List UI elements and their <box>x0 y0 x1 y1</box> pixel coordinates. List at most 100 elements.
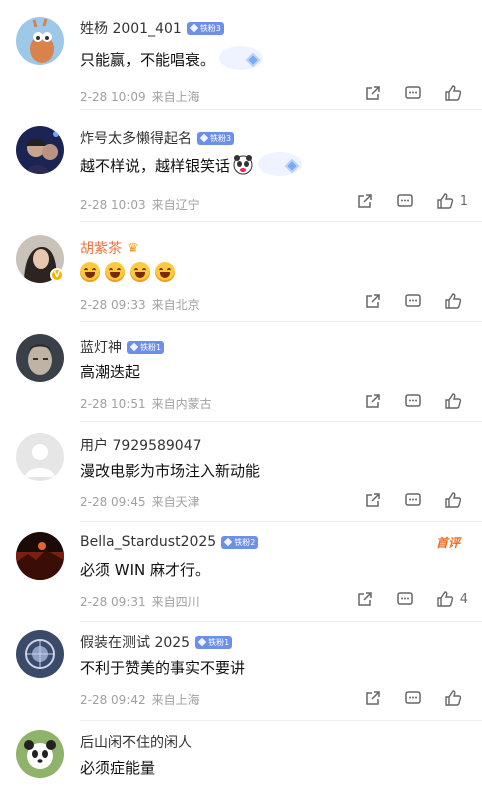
share-button[interactable] <box>364 292 382 310</box>
comment-text: 不利于赞美的事实不要讲 <box>80 657 245 678</box>
comment-button[interactable] <box>404 491 422 509</box>
comment-icon <box>396 592 413 605</box>
avatar[interactable] <box>16 730 64 778</box>
comment-date: 2-28 09:31 <box>80 595 146 609</box>
comment-text: 漫改电影为市场注入新动能 <box>80 460 260 481</box>
avatar[interactable] <box>16 334 64 382</box>
fan-badge: 铁粉2 <box>221 535 259 549</box>
username[interactable]: 后山闲不住的闲人 <box>80 732 192 752</box>
like-button[interactable] <box>444 392 468 410</box>
comment-text: 必须症能量 <box>80 757 155 778</box>
laughing-emoji-icon <box>130 262 150 282</box>
username[interactable]: 蓝灯神 <box>80 337 122 357</box>
like-button[interactable]: 4 <box>436 590 468 608</box>
comment-actions <box>342 292 468 310</box>
comment-text-content: 必须症能量 <box>80 759 156 777</box>
comment-text-content: 高潮迭起 <box>80 363 141 381</box>
share-icon <box>366 86 380 100</box>
like-button[interactable] <box>444 84 468 102</box>
avatar[interactable] <box>16 17 64 65</box>
username[interactable]: 姓杨 2001_401 <box>80 18 182 38</box>
verified-badge-icon: V <box>50 268 64 282</box>
avatar[interactable] <box>16 630 64 678</box>
comment-header: 后山闲不住的闲人 <box>80 732 192 752</box>
comment-meta: 2-28 10:09 来自上海 <box>80 88 200 105</box>
comment-button[interactable] <box>396 192 414 210</box>
comment-item: 蓝灯神 铁粉1 高潮迭起 2-28 10:51 来自内蒙古 <box>0 322 482 422</box>
crown-icon: ♛ <box>127 240 139 256</box>
laughing-emoji-icon <box>80 262 100 282</box>
share-button[interactable] <box>356 590 374 608</box>
comment-location: 来自北京 <box>151 298 200 312</box>
comment-header: 蓝灯神 铁粉1 <box>80 337 165 357</box>
comment-button[interactable] <box>396 590 414 608</box>
comment-actions <box>342 84 468 102</box>
diamond-icon <box>189 23 199 33</box>
comment-header: 炸号太多懒得起名 铁粉3 <box>80 128 235 148</box>
comment-icon <box>405 86 421 99</box>
thumbs-up-icon <box>437 193 453 209</box>
fan-badge: 铁粉3 <box>186 21 224 35</box>
fan-badge: 铁粉1 <box>127 340 165 354</box>
share-button[interactable] <box>364 491 382 509</box>
comment-date: 2-28 10:03 <box>80 198 146 212</box>
share-button[interactable] <box>356 192 374 210</box>
username[interactable]: 用户 7929589047 <box>80 435 202 455</box>
username[interactable]: 炸号太多懒得起名 <box>80 128 192 148</box>
comment-header: 姓杨 2001_401 铁粉3 <box>80 18 224 38</box>
laughing-emoji-icon <box>155 262 175 282</box>
share-button[interactable] <box>364 689 382 707</box>
comment-date: 2-28 10:51 <box>80 397 146 411</box>
comment-location: 来自内蒙古 <box>151 397 212 411</box>
comment-meta: 2-28 09:33 来自北京 <box>80 296 200 313</box>
comment-text-content: 漫改电影为市场注入新动能 <box>80 462 261 480</box>
thumbs-up-icon <box>445 85 462 101</box>
comment-icon <box>396 194 413 207</box>
like-count: 1 <box>459 193 468 209</box>
comment-header: 假装在测试 2025 铁粉1 <box>80 632 233 652</box>
like-button[interactable] <box>444 491 468 509</box>
like-count: 4 <box>459 591 468 607</box>
avatar[interactable] <box>16 126 64 174</box>
comment-icon <box>405 493 421 506</box>
comment-button[interactable] <box>404 689 422 707</box>
comment-header: 胡紫茶 ♛ <box>80 238 139 258</box>
share-button[interactable] <box>364 392 382 410</box>
avatar[interactable] <box>16 532 64 580</box>
comment-button[interactable] <box>404 292 422 310</box>
comment-location: 来自辽宁 <box>151 198 200 212</box>
share-button[interactable] <box>364 84 382 102</box>
username[interactable]: 假装在测试 2025 <box>80 632 190 652</box>
comment-icon <box>405 394 421 407</box>
comment-meta: 2-28 09:42 来自上海 <box>80 691 200 708</box>
comment-icon <box>405 691 421 704</box>
comment-actions: 1 <box>334 192 468 210</box>
comment-date: 2-28 09:33 <box>80 298 146 312</box>
share-icon <box>357 592 372 606</box>
comment-meta: 2-28 09:45 来自天津 <box>80 493 200 510</box>
fan-sticker-icon <box>258 150 308 180</box>
comment-item: Bella_Stardust2025 铁粉2 首评 必须 WIN 麻才行。 2-… <box>0 522 482 622</box>
username[interactable]: 胡紫茶 <box>80 238 122 258</box>
comment-text: 必须 WIN 麻才行。 <box>80 559 210 580</box>
comment-actions <box>342 689 468 707</box>
comment-text-content: 越不样说，越样银笑话 <box>80 156 231 175</box>
share-icon <box>366 493 380 507</box>
comment-location: 来自四川 <box>151 595 200 609</box>
comment-header: Bella_Stardust2025 铁粉2 <box>80 534 259 550</box>
like-button[interactable] <box>444 689 468 707</box>
avatar[interactable] <box>16 433 64 481</box>
share-icon <box>366 294 380 308</box>
comment-button[interactable] <box>404 392 422 410</box>
like-button[interactable]: 1 <box>436 192 468 210</box>
comment-date: 2-28 10:09 <box>80 90 146 104</box>
comment-meta: 2-28 10:03 来自辽宁 <box>80 196 200 213</box>
comment-text-content: 不利于赞美的事实不要讲 <box>80 659 246 677</box>
comment-actions <box>342 392 468 410</box>
comment-date: 2-28 09:42 <box>80 693 146 707</box>
comment-button[interactable] <box>404 84 422 102</box>
comment-text: 高潮迭起 <box>80 361 140 382</box>
like-button[interactable] <box>444 292 468 310</box>
username[interactable]: Bella_Stardust2025 <box>80 534 216 550</box>
thumbs-up-icon <box>445 492 462 508</box>
